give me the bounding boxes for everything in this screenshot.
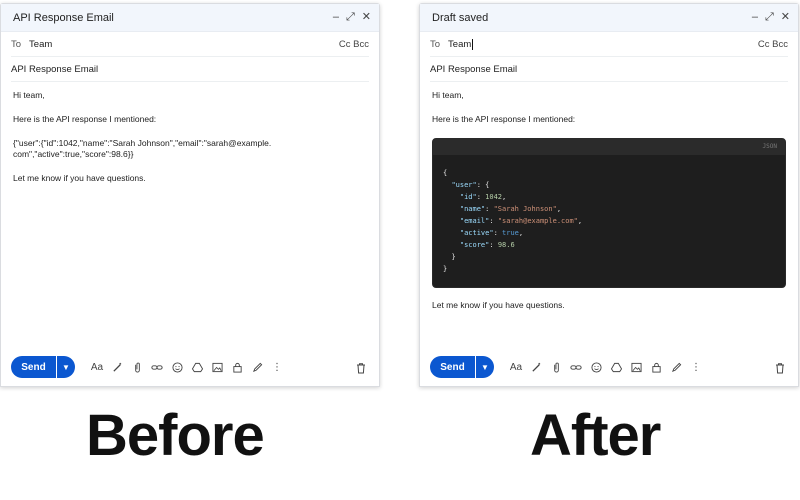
cc-bcc-link[interactable]: Cc Bcc xyxy=(758,39,788,50)
formatting-options-icon[interactable]: Aa xyxy=(506,362,526,373)
close-icon[interactable]: ✕ xyxy=(362,12,371,23)
close-icon[interactable]: ✕ xyxy=(781,12,790,23)
raw-json-text: {"user":{"id":1042,"name":"Sarah Johnson… xyxy=(13,138,272,159)
compose-titlebar: API Response Email – ⤢ ✕ xyxy=(1,4,379,32)
intro-text: Here is the API response I mentioned: xyxy=(13,114,157,124)
send-button[interactable]: Send xyxy=(11,356,56,378)
after-caption: After xyxy=(530,403,661,468)
window-title: API Response Email xyxy=(13,11,114,24)
confidential-lock-icon[interactable] xyxy=(227,362,247,373)
compose-toolbar: Send ▼ Aa ⋮ xyxy=(430,356,706,378)
to-field[interactable]: To Team Cc Bcc xyxy=(430,32,788,57)
to-field[interactable]: To Team Cc Bcc xyxy=(11,32,369,57)
link-icon[interactable] xyxy=(147,362,167,373)
discard-trash-icon[interactable] xyxy=(355,361,367,374)
intro-text: Here is the API response I mentioned: xyxy=(432,114,576,124)
emoji-icon[interactable] xyxy=(586,361,606,373)
before-caption: Before xyxy=(86,403,265,468)
recipient-chip[interactable]: Team xyxy=(29,39,52,50)
expand-icon[interactable]: ⤢ xyxy=(765,12,774,23)
code-content: { "user": { "id": 1042, "name": "Sarah J… xyxy=(443,169,583,273)
to-label: To xyxy=(11,38,22,50)
more-options-icon[interactable]: ⋮ xyxy=(686,362,706,373)
closing-text: Let me know if you have questions. xyxy=(432,300,565,310)
photo-icon[interactable] xyxy=(207,362,227,373)
attach-icon[interactable] xyxy=(546,362,566,373)
magic-wand-icon[interactable] xyxy=(107,362,127,373)
greeting-text: Hi team, xyxy=(13,90,45,100)
compose-window-after: Draft saved – ⤢ ✕ To Team Cc Bcc API Res… xyxy=(419,3,799,387)
send-button[interactable]: Send xyxy=(430,356,475,378)
drive-icon[interactable] xyxy=(187,362,207,373)
expand-icon[interactable]: ⤢ xyxy=(346,12,355,23)
compose-toolbar: Send ▼ Aa ⋮ xyxy=(11,356,287,378)
attach-icon[interactable] xyxy=(127,362,147,373)
drive-icon[interactable] xyxy=(606,362,626,373)
cc-bcc-link[interactable]: Cc Bcc xyxy=(339,39,369,50)
compose-window-before: API Response Email – ⤢ ✕ To Team Cc Bcc … xyxy=(0,3,380,387)
recipient-chip[interactable]: Team xyxy=(448,39,471,50)
code-language-label: JSON xyxy=(762,143,777,150)
subject-text: API Response Email xyxy=(430,63,518,75)
code-block: JSON { "user": { "id": 1042, "name": "Sa… xyxy=(432,138,786,288)
signature-pen-icon[interactable] xyxy=(247,362,267,373)
photo-icon[interactable] xyxy=(626,362,646,373)
compose-titlebar: Draft saved – ⤢ ✕ xyxy=(420,4,798,32)
magic-wand-icon[interactable] xyxy=(526,362,546,373)
closing-text: Let me know if you have questions. xyxy=(13,173,146,183)
window-title: Draft saved xyxy=(432,11,489,24)
send-options-icon[interactable]: ▼ xyxy=(476,356,494,378)
emoji-icon[interactable] xyxy=(167,361,187,373)
message-body[interactable]: Hi team, Here is the API response I ment… xyxy=(420,82,798,332)
confidential-lock-icon[interactable] xyxy=(646,362,666,373)
subject-field[interactable]: API Response Email xyxy=(430,57,788,82)
minimize-icon[interactable]: – xyxy=(752,12,758,23)
formatting-options-icon[interactable]: Aa xyxy=(87,362,107,373)
greeting-text: Hi team, xyxy=(432,90,464,100)
subject-field[interactable]: API Response Email xyxy=(11,57,369,82)
code-block-header: JSON xyxy=(433,139,785,155)
send-options-icon[interactable]: ▼ xyxy=(57,356,75,378)
message-body[interactable]: Hi team, Here is the API response I ment… xyxy=(1,82,379,205)
text-cursor xyxy=(472,38,474,50)
to-label: To xyxy=(430,38,441,50)
more-options-icon[interactable]: ⋮ xyxy=(267,362,287,373)
subject-text: API Response Email xyxy=(11,63,99,75)
link-icon[interactable] xyxy=(566,362,586,373)
signature-pen-icon[interactable] xyxy=(666,362,686,373)
discard-trash-icon[interactable] xyxy=(774,361,786,374)
minimize-icon[interactable]: – xyxy=(333,12,339,23)
